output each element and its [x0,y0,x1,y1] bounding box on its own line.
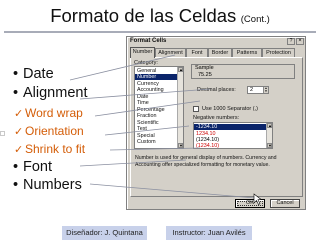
scroll-up-icon[interactable]: ▲ [267,123,272,128]
bullet-marker: • [13,66,19,82]
sub-bullet-label: Orientation [25,124,84,138]
category-description: Number is used for general display of nu… [135,155,277,168]
sub-bullet-word-wrap: ✓ Word wrap [14,106,83,120]
negative-numbers-label: Negative numbers: [193,115,240,121]
scroll-up-icon[interactable]: ▲ [178,67,183,72]
sample-label: Sample [195,65,214,71]
sub-bullet-orientation: ✓ Orientation [14,124,84,138]
tab-border[interactable]: Border [208,48,232,57]
bullet-label: Numbers [23,177,82,193]
list-item[interactable]: Special [137,133,155,139]
list-item[interactable]: Date [137,94,148,100]
check-icon: ✓ [14,108,24,120]
ok-button[interactable]: OK [235,199,265,208]
sub-bullet-label: Word wrap [25,106,83,120]
close-icon[interactable]: × [296,38,304,45]
list-item[interactable]: Time [137,100,149,106]
sub-bullet-label: Shrink to fit [25,142,86,156]
format-cells-dialog: Format Cells ? × Number Alignment Font B… [126,36,306,210]
tab-font[interactable]: Font [186,48,208,57]
footer-instructor: Instructor: Juan Avilés [166,226,252,240]
check-icon: ✓ [14,126,24,138]
check-icon: ✓ [14,144,24,156]
list-item-selected[interactable]: -1234.10 [194,124,267,130]
spin-down-icon[interactable]: ▼ [263,90,268,93]
bullet-alignment: • Alignment [13,85,87,101]
tab-protection[interactable]: Protection [262,48,295,57]
tab-alignment[interactable]: Alignment [155,48,186,57]
negative-numbers-list[interactable]: -1234.10 1234.10 (1234.10) (1234.10) ▲ ▼ [193,122,273,149]
list-item[interactable]: Custom [137,139,156,145]
scroll-down-icon[interactable]: ▼ [178,143,183,148]
list-item[interactable]: 1234.10 [196,131,216,137]
bullet-marker: • [13,85,19,101]
list-item[interactable]: Scientific [137,120,159,126]
category-scrollbar[interactable]: ▲ ▼ [177,67,183,148]
list-item[interactable]: Currency [137,81,159,87]
list-item[interactable]: Fraction [137,113,156,119]
bullet-label: Alignment [23,85,88,101]
bullet-numbers: • Numbers [13,177,82,193]
dialog-title: Format Cells [130,38,167,44]
list-item[interactable]: Text [137,126,147,132]
bullet-label: Font [23,159,53,175]
cancel-button[interactable]: Cancel [270,199,300,208]
decimal-places-spinner[interactable]: 2 ▲ ▼ [247,86,269,94]
list-item[interactable]: (1234.10) [196,143,219,149]
bullet-marker: • [13,177,19,193]
list-item[interactable]: Percentage [137,107,165,113]
decimal-places-label: Decimal places: [197,87,236,93]
list-item[interactable]: Accounting [137,87,164,93]
help-icon[interactable]: ? [287,38,295,45]
negative-scrollbar[interactable]: ▲ ▼ [266,123,272,148]
tab-patterns[interactable]: Patterns [232,48,262,57]
slide-title-cont: (Cont.) [240,14,270,25]
thousand-separator-checkbox[interactable] [193,106,199,112]
thousand-separator-label: Use 1000 Separator (,) [202,106,258,112]
slide-title: Formato de las Celdas (Cont.) [0,5,320,27]
bullet-marker: • [13,159,19,175]
footer-designer: Diseñador: J. Quintana [62,226,147,240]
tab-number[interactable]: Number [130,47,155,58]
decimal-places-value: 2 [250,87,254,93]
sample-box: Sample 75.25 [191,64,295,79]
category-list[interactable]: General Number Currency Accounting Date … [134,66,184,149]
bullet-date: • Date [13,66,54,82]
scroll-down-icon[interactable]: ▼ [267,143,272,148]
bullet-label: Date [23,66,54,82]
sample-value: 75.25 [198,72,212,78]
list-item-selected[interactable]: Number [135,74,181,80]
title-divider [4,31,316,33]
slide-side-marker [0,131,5,136]
sub-bullet-shrink-to-fit: ✓ Shrink to fit [14,142,85,156]
slide-title-main: Formato de las Celdas [50,5,237,26]
bullet-font: • Font [13,159,52,175]
